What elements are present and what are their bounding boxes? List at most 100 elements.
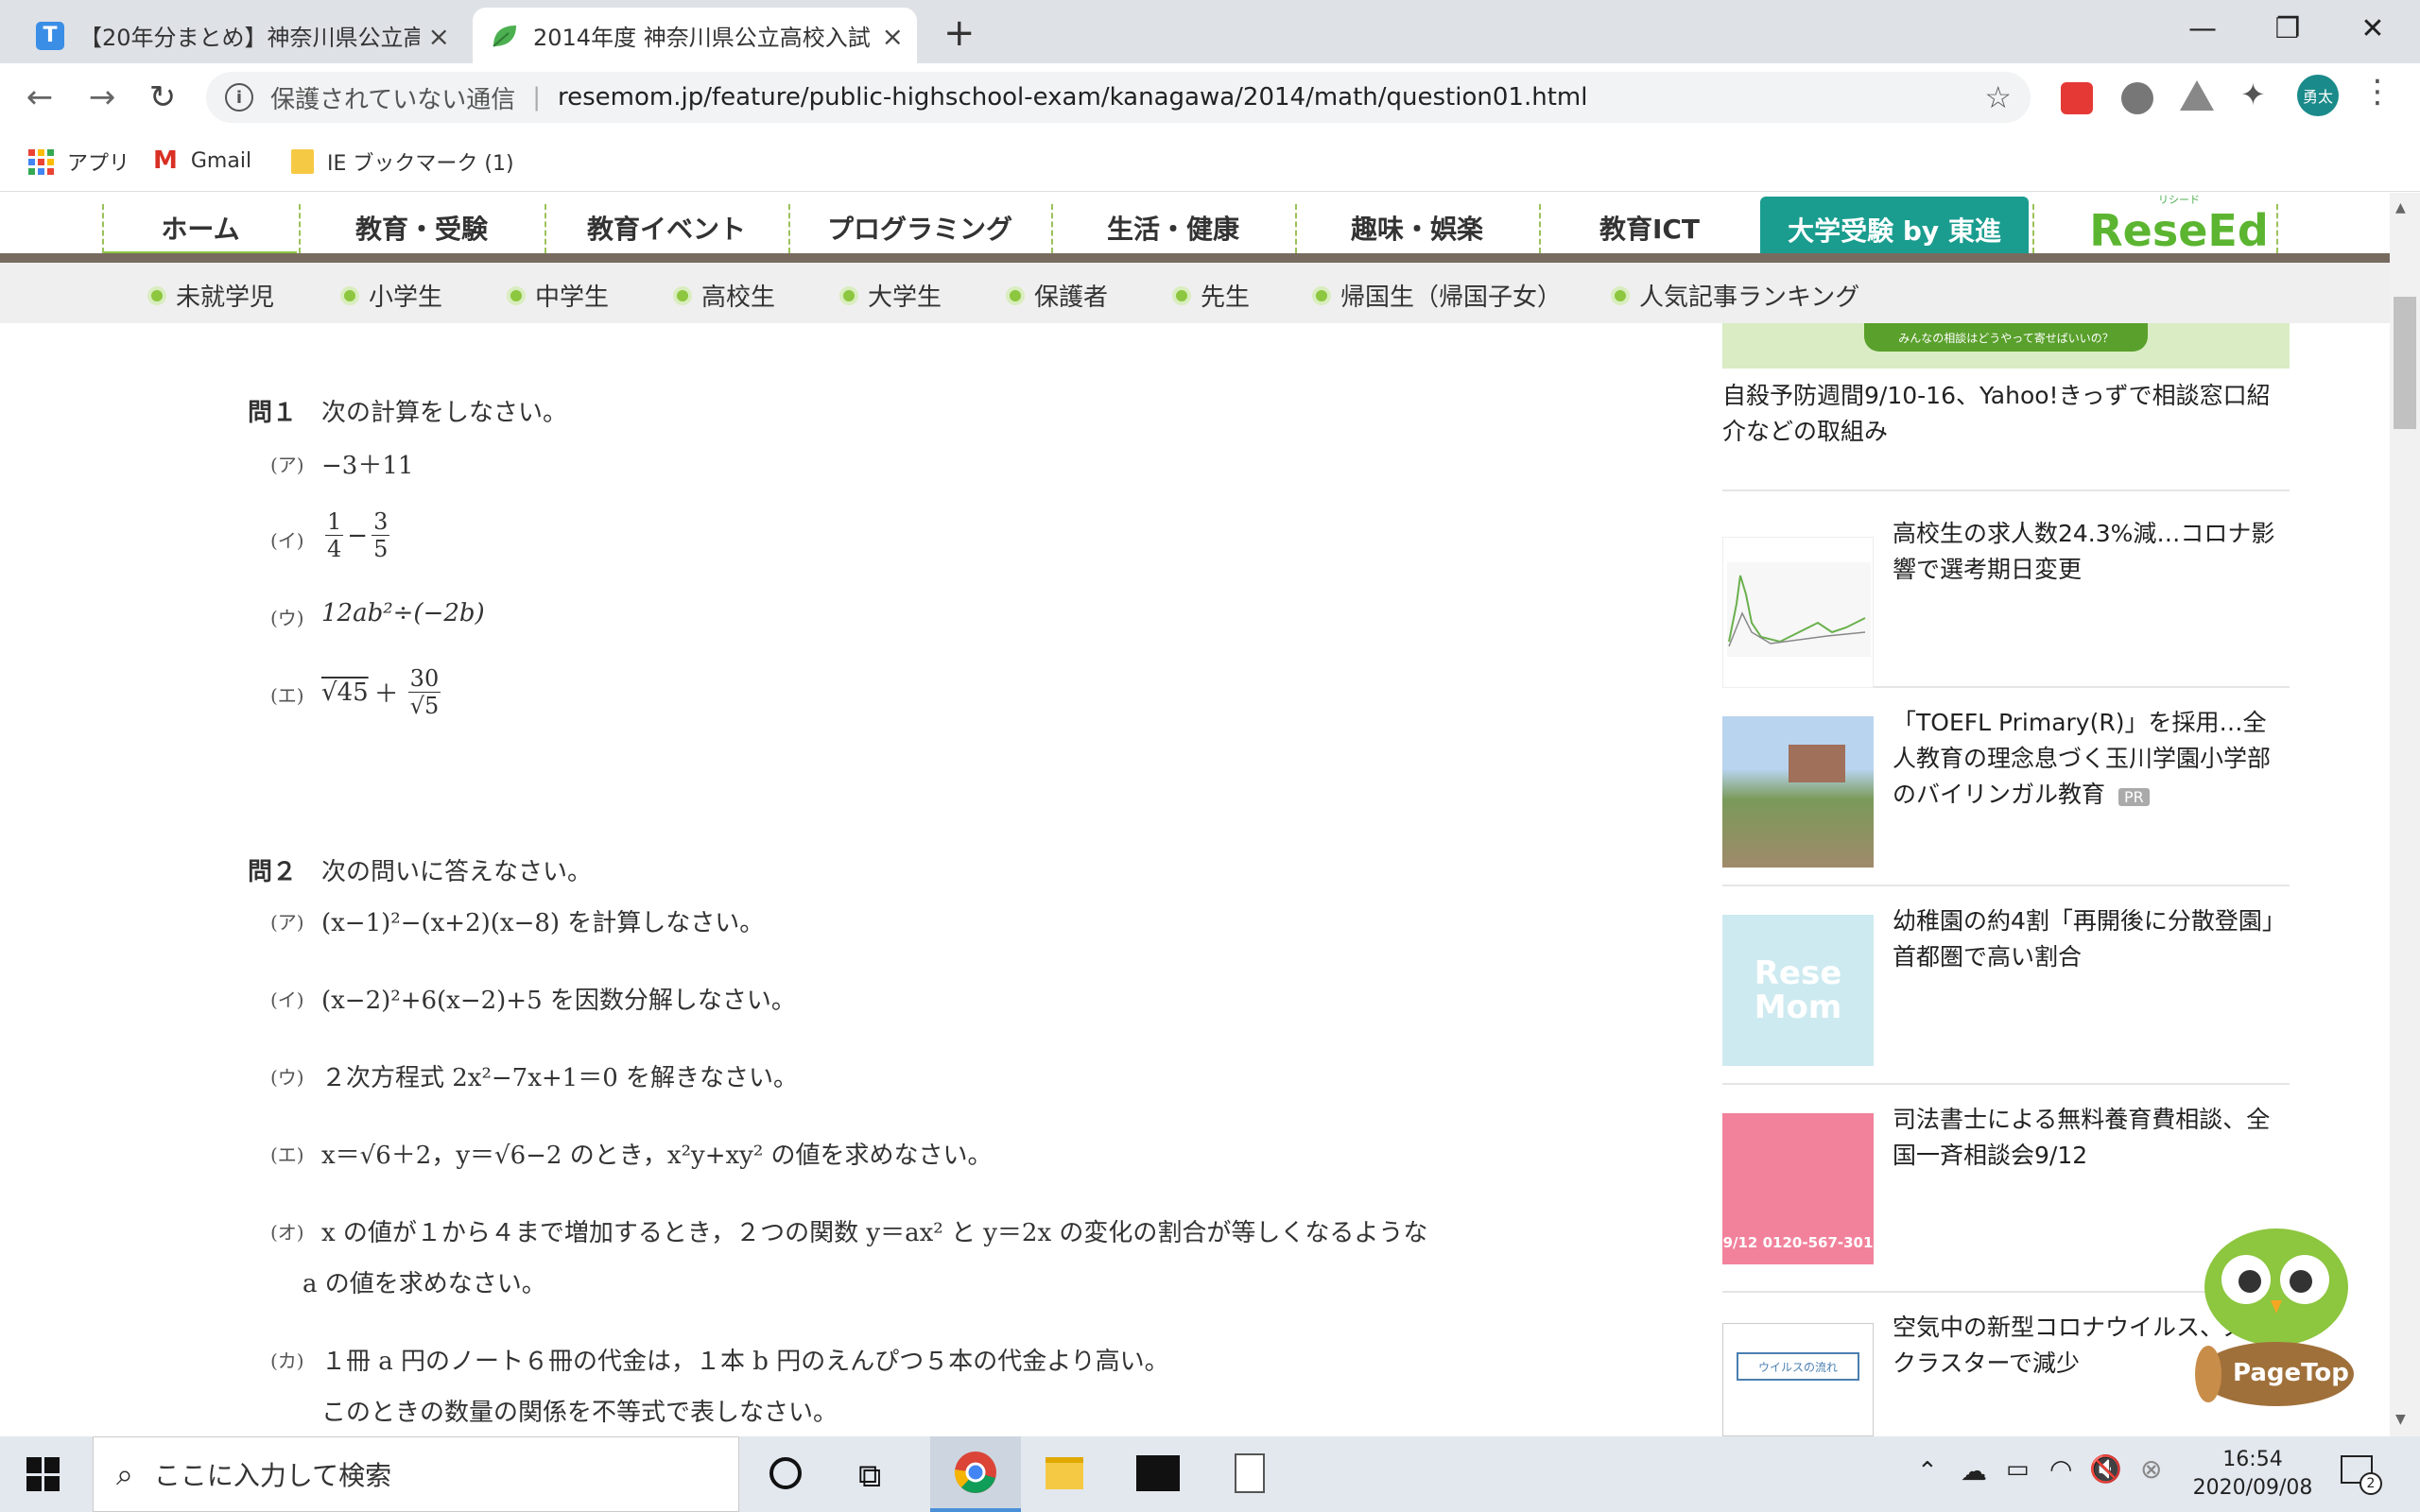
onedrive-cloud-icon[interactable]: ☁ [1961,1455,1987,1486]
tab-2-active[interactable]: 2014年度 神奈川県公立高校入試 × [473,8,917,63]
bookmark-apps[interactable]: アプリ [28,146,130,177]
q1-c-expression: 12ab²÷(−2b) [321,599,485,627]
bookmark-star-icon[interactable]: ☆ [1984,79,2012,115]
scroll-down-arrow-icon[interactable]: ▼ [2395,1412,2406,1427]
taskbar-clock[interactable]: 16:54 2020/09/08 [2191,1446,2314,1503]
bookmark-ie-folder[interactable]: IE ブックマーク (1) [291,146,514,177]
drive-extension-icon[interactable] [2180,80,2214,111]
terminal-icon[interactable] [1136,1455,1180,1491]
nav-programming[interactable]: プログラミング [790,193,1049,263]
new-tab-button[interactable]: + [943,11,976,55]
line-chart-thumbnail [1727,562,1871,657]
task-view-icon[interactable]: ⧉ [858,1457,881,1495]
q2-e-text: x の値が１から４まで増加するとき，２つの関数 y＝ax² と y＝2x の変化… [321,1219,1428,1247]
subnav-teachers[interactable]: 先生 [1172,278,1250,313]
windows-start-icon[interactable] [26,1457,60,1491]
building-shape [1789,745,1845,782]
sidebar-top-banner[interactable]: みんなの相談はどうやって寄せばいいの？ [1722,323,2290,369]
subnav-returnees[interactable]: 帰国生（帰国子女） [1312,278,1562,313]
subnav-label: 大学生 [868,284,942,312]
reseed-logo[interactable]: リシード ReseEd [2080,195,2278,257]
fraction: 35 [372,508,390,562]
tab-title: 2014年度 神奈川県公立高校入試 [533,25,871,51]
operator: − [347,521,369,550]
bookmark-gmail[interactable]: M Gmail [153,146,251,175]
subnav-guardians[interactable]: 保護者 [1006,278,1108,313]
subnav-label: 先生 [1201,284,1251,312]
subnav-high-school[interactable]: 高校生 [673,278,775,313]
pdf-extension-icon[interactable] [2061,82,2093,114]
notification-center-icon[interactable]: 2 [2341,1455,2382,1495]
nav-life-health[interactable]: 生活・健康 [1053,193,1293,263]
subnav-preschool[interactable]: 未就学児 [147,278,274,313]
close-tab-icon[interactable]: × [428,21,450,52]
subnav-ranking[interactable]: 人気記事ランキング [1611,278,1859,313]
vertical-scrollbar[interactable]: ▲ ▼ [2390,193,2420,1436]
subnav-university[interactable]: 大学生 [839,278,942,313]
article-thumbnail: 9/12 0120-567-301 [1722,1113,1874,1264]
subnav-elementary[interactable]: 小学生 [340,278,442,313]
puzzle-extensions-icon[interactable]: ✦ [2240,77,2266,112]
chrome-icon [954,1452,996,1493]
restore-button[interactable]: ❐ [2245,0,2330,57]
q2-a-text: (x−1)²−(x+2)(x−8) を計算しなさい。 [321,909,765,937]
file-explorer-icon[interactable] [1046,1457,1083,1489]
article-title: 司法書士による無料養育費相談、全国一斉相談会9/12 [1893,1106,2271,1169]
subnav-junior-high[interactable]: 中学生 [507,278,609,313]
q2-d-label: (エ) [270,1143,304,1166]
address-bar[interactable]: i 保護されていない通信 | resemom.jp/feature/public… [206,72,2031,123]
nav-education-events[interactable]: 教育イベント [546,193,786,263]
scroll-up-arrow-icon[interactable]: ▲ [2395,200,2406,215]
clock-time: 16:54 [2222,1448,2283,1471]
close-tab-icon[interactable]: × [882,21,904,52]
q1-a-expression: −3＋11 [321,452,414,480]
pagetop-button[interactable]: PageTop [2189,1221,2360,1419]
document-app-icon[interactable] [1235,1453,1265,1493]
logo-text: ReseEd [2089,205,2269,256]
article-thumbnail [1722,537,1874,688]
taskbar-search-box[interactable]: ⌕ ここに入力して検索 [93,1436,739,1512]
minimize-button[interactable]: — [2160,0,2245,57]
profile-avatar[interactable]: 勇太 [2297,75,2339,116]
sidebar-article-3[interactable]: 「TOEFL Primary(R)」を採用…全人教育の理念息づく玉川学園小学部の… [1722,701,2290,886]
info-icon[interactable]: i [225,83,253,112]
question-1-instruction: 次の計算をしなさい。 [321,399,568,427]
back-arrow-icon[interactable]: ← [19,77,60,118]
bookmarks-bar: アプリ M Gmail IE ブックマーク (1) [0,131,2420,192]
cortana-icon[interactable] [769,1457,802,1489]
taskbar-chrome[interactable] [930,1436,1021,1512]
article-thumbnail [1722,716,1874,868]
status-x-icon[interactable]: ⊗ [2140,1453,2162,1485]
q2-e-label: (オ) [270,1221,304,1244]
nav-hobby[interactable]: 趣味・娯楽 [1297,193,1537,263]
article-title: 幼稚園の約4割「再開後に分散登園」首都圏で高い割合 [1893,907,2286,971]
q2-a-label: (ア) [270,911,304,934]
sidebar-article-2[interactable]: 高校生の求人数24.3%減…コロナ影響で選考期日変更 [1722,503,2290,688]
nav-divider [2276,204,2278,253]
volume-muted-icon[interactable]: 🔇 [2089,1453,2122,1485]
tray-chevron-up-icon[interactable]: ⌃ [1917,1457,1938,1486]
bullet-icon [673,285,692,305]
forward-arrow-icon[interactable]: → [81,77,123,118]
question-1-heading: 問１ [248,399,298,427]
scrollbar-thumb[interactable] [2394,297,2416,429]
nav-education-exam[interactable]: 教育・受験 [301,193,543,263]
url-text[interactable]: resemom.jp/feature/public-highschool-exa… [558,83,1587,112]
gmail-icon: M [153,146,178,175]
sidebar-article-4[interactable]: Rese Mom 幼稚園の約4割「再開後に分散登園」首都圏で高い割合 [1722,900,2290,1085]
battery-icon[interactable]: ▭ [2006,1455,2030,1484]
wifi-icon[interactable]: ◠ [2049,1453,2072,1485]
close-window-button[interactable]: ✕ [2330,0,2415,57]
apps-grid-icon [28,148,54,175]
menu-kebab-icon[interactable]: ⋮ [2361,73,2394,111]
exam-question-image: 問１ 次の計算をしなさい。 (ア) −3＋11 (イ) 14 − 35 (ウ) … [104,323,1654,1436]
reload-icon[interactable]: ↻ [142,77,183,118]
sidebar-article-1[interactable]: 自殺予防週間9/10-16、Yahoo!きっずで相談窓口紹介などの取組み [1722,378,2290,491]
bookmark-label: Gmail [190,148,252,173]
subnav-label: 小学生 [369,284,443,312]
tab-1[interactable]: T 【20年分まとめ】神奈川県公立高校 × [19,8,463,63]
circle-extension-icon[interactable] [2121,82,2153,114]
resemom-thumbnail: Rese Mom [1722,915,1874,1066]
q1-b-label: (イ) [270,529,304,552]
nav-education-ict[interactable]: 教育ICT [1541,193,1758,263]
